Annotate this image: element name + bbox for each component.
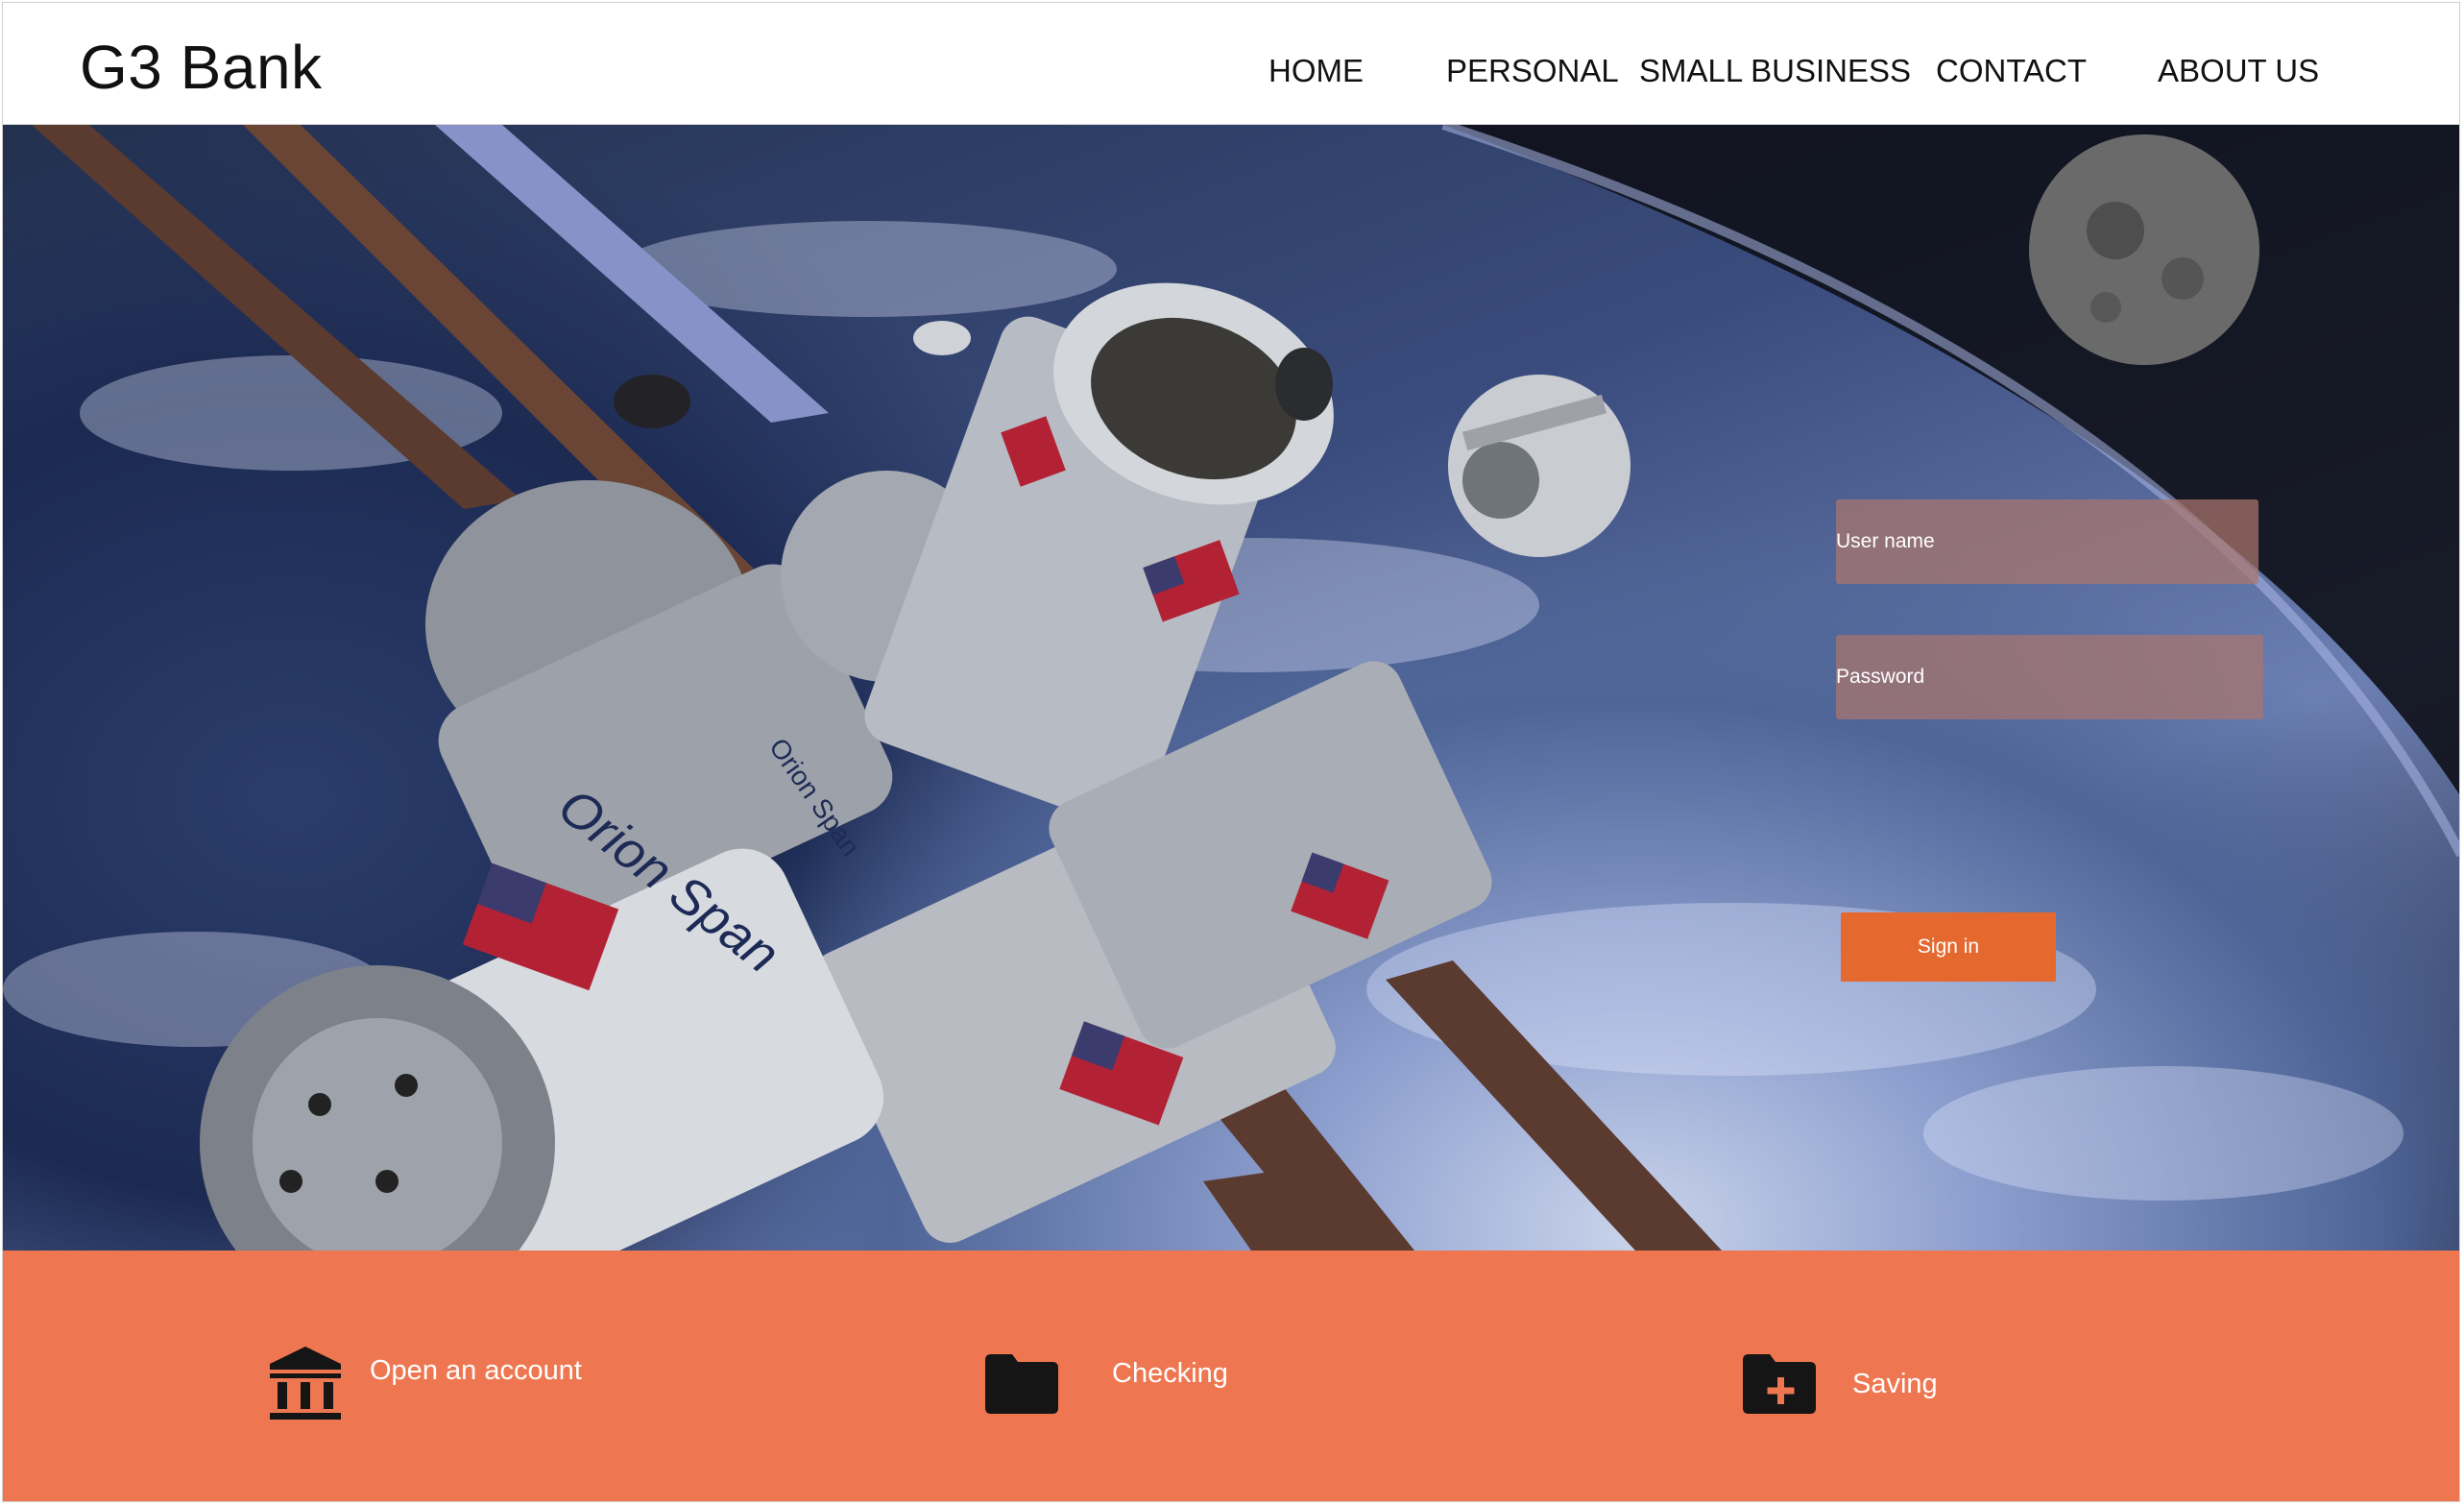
username-input[interactable] [1836,499,2259,584]
saving-label: Saving [1852,1368,1938,1399]
nav-contact[interactable]: CONTACT [1936,53,2087,89]
sign-in-button[interactable]: Sign in [1841,912,2056,982]
nav-small-business[interactable]: SMALL BUSINESS [1639,53,1911,89]
top-navbar: G3 Bank HOME PERSONAL SMALL BUSINESS CON… [3,3,2459,125]
quick-links-band: Open an account Checking Saving [3,1251,2459,1501]
username-field[interactable] [1836,499,2259,584]
saving-link[interactable]: Saving [1743,1354,1938,1414]
password-input[interactable] [1836,635,2263,719]
nav-home[interactable]: HOME [1268,53,1364,89]
bank-icon [270,1347,341,1420]
open-account-link[interactable]: Open an account [270,1347,582,1423]
folder-plus-icon [1743,1354,1816,1414]
nav-about-us[interactable]: ABOUT US [2158,53,2319,89]
nav-personal[interactable]: PERSONAL [1446,53,1619,89]
open-account-label: Open an account [370,1354,582,1386]
checking-link[interactable]: Checking [985,1354,1228,1414]
password-field[interactable] [1836,635,2263,719]
checking-label: Checking [1112,1357,1228,1389]
folder-icon [985,1354,1058,1414]
page-frame: G3 Bank HOME PERSONAL SMALL BUSINESS CON… [2,2,2460,1502]
brand-logo[interactable]: G3 Bank [80,32,323,103]
hero-banner: Orion Span Orion Span Sign in [3,125,2459,1251]
